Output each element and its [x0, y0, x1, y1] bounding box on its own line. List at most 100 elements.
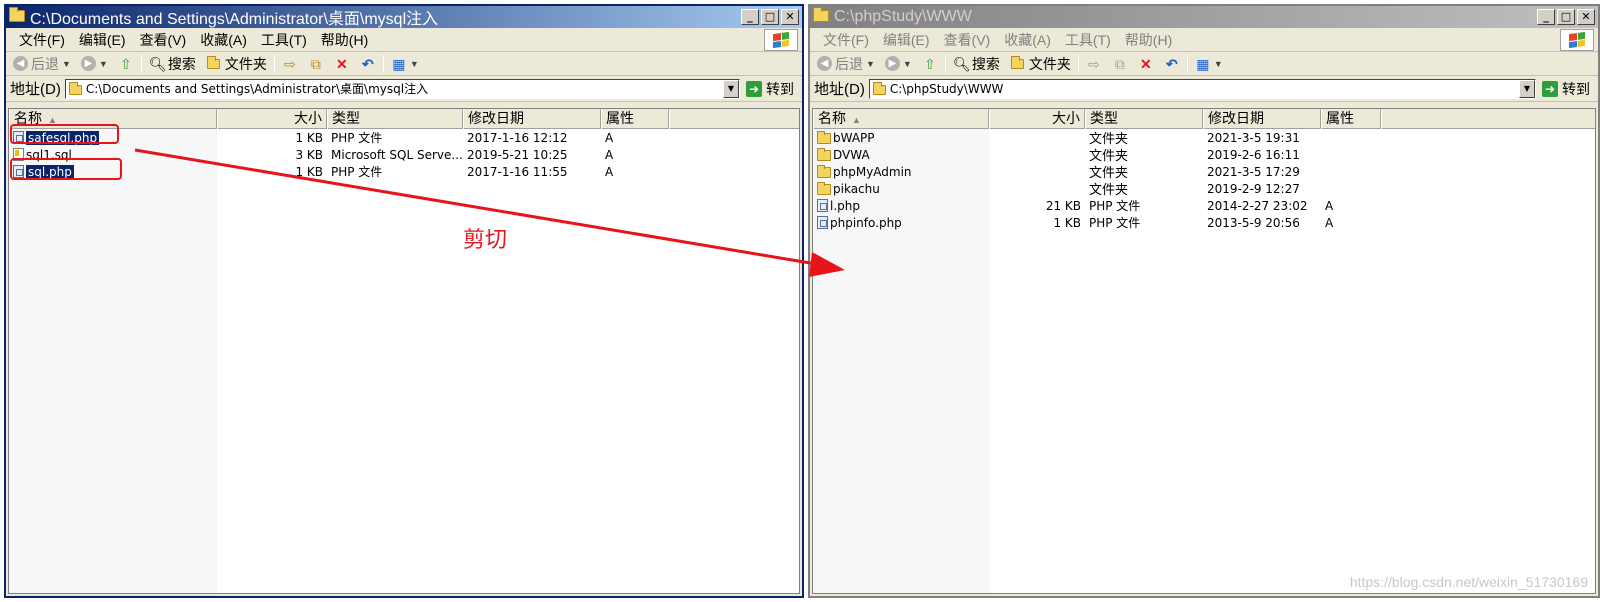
file-row[interactable]: DVWA 文件夹 2019-2-6 16:11: [813, 146, 1595, 164]
file-row[interactable]: sql1.sql 3 KB Microsoft SQL Serve... 201…: [9, 146, 799, 163]
delete-button[interactable]: ✕: [331, 56, 353, 72]
menu-bar: 文件(F) 编辑(E) 查看(V) 收藏(A) 工具(T) 帮助(H): [6, 28, 802, 52]
close-button[interactable]: ✕: [1577, 9, 1595, 25]
column-attributes[interactable]: 属性: [601, 109, 669, 129]
folder-icon: [68, 82, 82, 95]
search-button[interactable]: 🔍︎ 搜索: [950, 54, 1003, 74]
menu-view[interactable]: 查看(V): [133, 30, 194, 50]
folders-button[interactable]: 文件夹: [203, 54, 270, 74]
delete-button[interactable]: ✕: [1135, 56, 1157, 72]
copy-to-button[interactable]: ⧉: [1109, 56, 1131, 72]
up-folder-button[interactable]: ⇧: [919, 56, 941, 72]
title-bar[interactable]: C:\phpStudy\WWW _ □ ✕: [810, 6, 1598, 28]
column-modified[interactable]: 修改日期: [1203, 109, 1321, 129]
close-button[interactable]: ✕: [781, 9, 799, 25]
folder-icon: [817, 148, 831, 161]
views-button[interactable]: ▦ ▼: [388, 56, 422, 72]
go-button[interactable]: ➜ 转到: [1540, 79, 1598, 99]
menu-edit[interactable]: 编辑(E): [72, 30, 133, 50]
file-size: 21 KB: [1045, 198, 1081, 213]
file-modified: 2014-2-27 23:02: [1207, 198, 1308, 213]
up-folder-button[interactable]: ⇧: [115, 56, 137, 72]
menu-tools[interactable]: 工具(T): [254, 30, 314, 50]
file-row[interactable]: sql.php 1 KB PHP 文件 2017-1-16 11:55 A: [9, 163, 799, 180]
file-attr: A: [605, 164, 614, 179]
php-file-icon: [817, 199, 828, 212]
file-row[interactable]: safesql.php 1 KB PHP 文件 2017-1-16 12:12 …: [9, 129, 799, 146]
column-type[interactable]: 类型: [1085, 109, 1203, 129]
file-type: PHP 文件: [1089, 199, 1141, 213]
menu-favorites[interactable]: 收藏(A): [193, 30, 254, 50]
forward-button[interactable]: ▶ ▼: [78, 56, 111, 71]
file-modified: 2019-2-6 16:11: [1207, 147, 1300, 162]
address-bar: 地址(D) C:\phpStudy\WWW ▼ ➜ 转到: [810, 76, 1598, 102]
go-arrow-icon: ➜: [746, 80, 762, 97]
menu-edit[interactable]: 编辑(E): [876, 30, 937, 50]
column-size[interactable]: 大小: [217, 109, 327, 129]
search-button[interactable]: 🔍︎ 搜索: [146, 54, 199, 74]
back-label: 后退: [31, 55, 59, 72]
forward-arrow-icon: ▶: [884, 56, 900, 71]
file-modified: 2017-1-16 12:12: [467, 130, 568, 145]
annotation-cut-label: 剪切: [463, 228, 508, 253]
window-title: C:\Documents and Settings\Administrator\…: [30, 11, 439, 28]
copy-to-icon: ⧉: [310, 55, 321, 72]
folders-button[interactable]: 文件夹: [1007, 54, 1074, 74]
file-size: 1 KB: [1053, 215, 1081, 230]
back-label: 后退: [835, 55, 863, 72]
menu-favorites[interactable]: 收藏(A): [997, 30, 1058, 50]
menu-tools[interactable]: 工具(T): [1058, 30, 1118, 50]
menu-file[interactable]: 文件(F): [12, 30, 72, 50]
minimize-button[interactable]: _: [741, 9, 759, 25]
views-button[interactable]: ▦ ▼: [1192, 56, 1226, 72]
file-row[interactable]: phpinfo.php 1 KB PHP 文件 2013-5-9 20:56 A: [813, 214, 1595, 231]
maximize-button[interactable]: □: [1557, 9, 1575, 25]
forward-button[interactable]: ▶ ▼: [882, 56, 915, 71]
menu-file[interactable]: 文件(F): [816, 30, 876, 50]
folder-icon: [817, 182, 831, 195]
address-input[interactable]: C:\Documents and Settings\Administrator\…: [64, 78, 740, 99]
menu-help[interactable]: 帮助(H): [1118, 30, 1179, 50]
file-type: PHP 文件: [331, 131, 383, 145]
search-label: 搜索: [167, 55, 196, 72]
menu-help[interactable]: 帮助(H): [314, 30, 375, 50]
back-button[interactable]: ◀ 后退 ▼: [10, 54, 74, 74]
column-name[interactable]: 名称 ▲: [813, 109, 989, 129]
file-list[interactable]: 名称 ▲ 大小 类型 修改日期 属性 bWAPP 文件夹 2021-3-5 19:…: [812, 108, 1596, 594]
folder-icon: [817, 165, 831, 178]
undo-button[interactable]: ↶: [1161, 56, 1183, 72]
column-attributes[interactable]: 属性: [1321, 109, 1381, 129]
address-dropdown-button[interactable]: ▼: [723, 79, 739, 98]
menu-view[interactable]: 查看(V): [937, 30, 998, 50]
file-row[interactable]: phpMyAdmin 文件夹 2021-3-5 17:29: [813, 163, 1595, 181]
go-button[interactable]: ➜ 转到: [744, 79, 802, 99]
move-to-button[interactable]: ⇨: [1083, 56, 1105, 72]
minimize-button[interactable]: _: [1537, 9, 1555, 25]
column-size[interactable]: 大小: [989, 109, 1085, 129]
file-row[interactable]: l.php 21 KB PHP 文件 2014-2-27 23:02 A: [813, 197, 1595, 214]
move-to-button[interactable]: ⇨: [279, 56, 301, 72]
file-name: DVWA: [833, 147, 870, 162]
explorer-window-right: C:\phpStudy\WWW _ □ ✕ 文件(F) 编辑(E) 查看(V) …: [808, 4, 1600, 598]
address-dropdown-button[interactable]: ▼: [1519, 79, 1535, 98]
back-button[interactable]: ◀ 后退 ▼: [814, 54, 878, 74]
column-type[interactable]: 类型: [327, 109, 463, 129]
up-folder-icon: ⇧: [923, 55, 936, 72]
file-row[interactable]: bWAPP 文件夹 2021-3-5 19:31: [813, 129, 1595, 147]
file-attr: A: [1325, 198, 1334, 213]
address-input[interactable]: C:\phpStudy\WWW ▼: [868, 78, 1536, 99]
window-title: C:\phpStudy\WWW: [834, 8, 972, 25]
file-row[interactable]: pikachu 文件夹 2019-2-9 12:27: [813, 180, 1595, 198]
copy-to-button[interactable]: ⧉: [305, 56, 327, 72]
title-bar[interactable]: C:\Documents and Settings\Administrator\…: [6, 6, 802, 28]
column-modified[interactable]: 修改日期: [463, 109, 601, 129]
address-label: 地址(D): [814, 81, 865, 98]
maximize-button[interactable]: □: [761, 9, 779, 25]
undo-button[interactable]: ↶: [357, 56, 379, 72]
file-name: pikachu: [833, 181, 880, 196]
column-filler: [1381, 109, 1595, 129]
column-header: 名称 ▲ 大小 类型 修改日期 属性: [9, 109, 799, 129]
up-folder-icon: ⇧: [119, 55, 132, 72]
column-filler: [669, 109, 799, 129]
file-list[interactable]: 名称 ▲ 大小 类型 修改日期 属性 safesql.php 1 KB PHP 文…: [8, 108, 800, 594]
